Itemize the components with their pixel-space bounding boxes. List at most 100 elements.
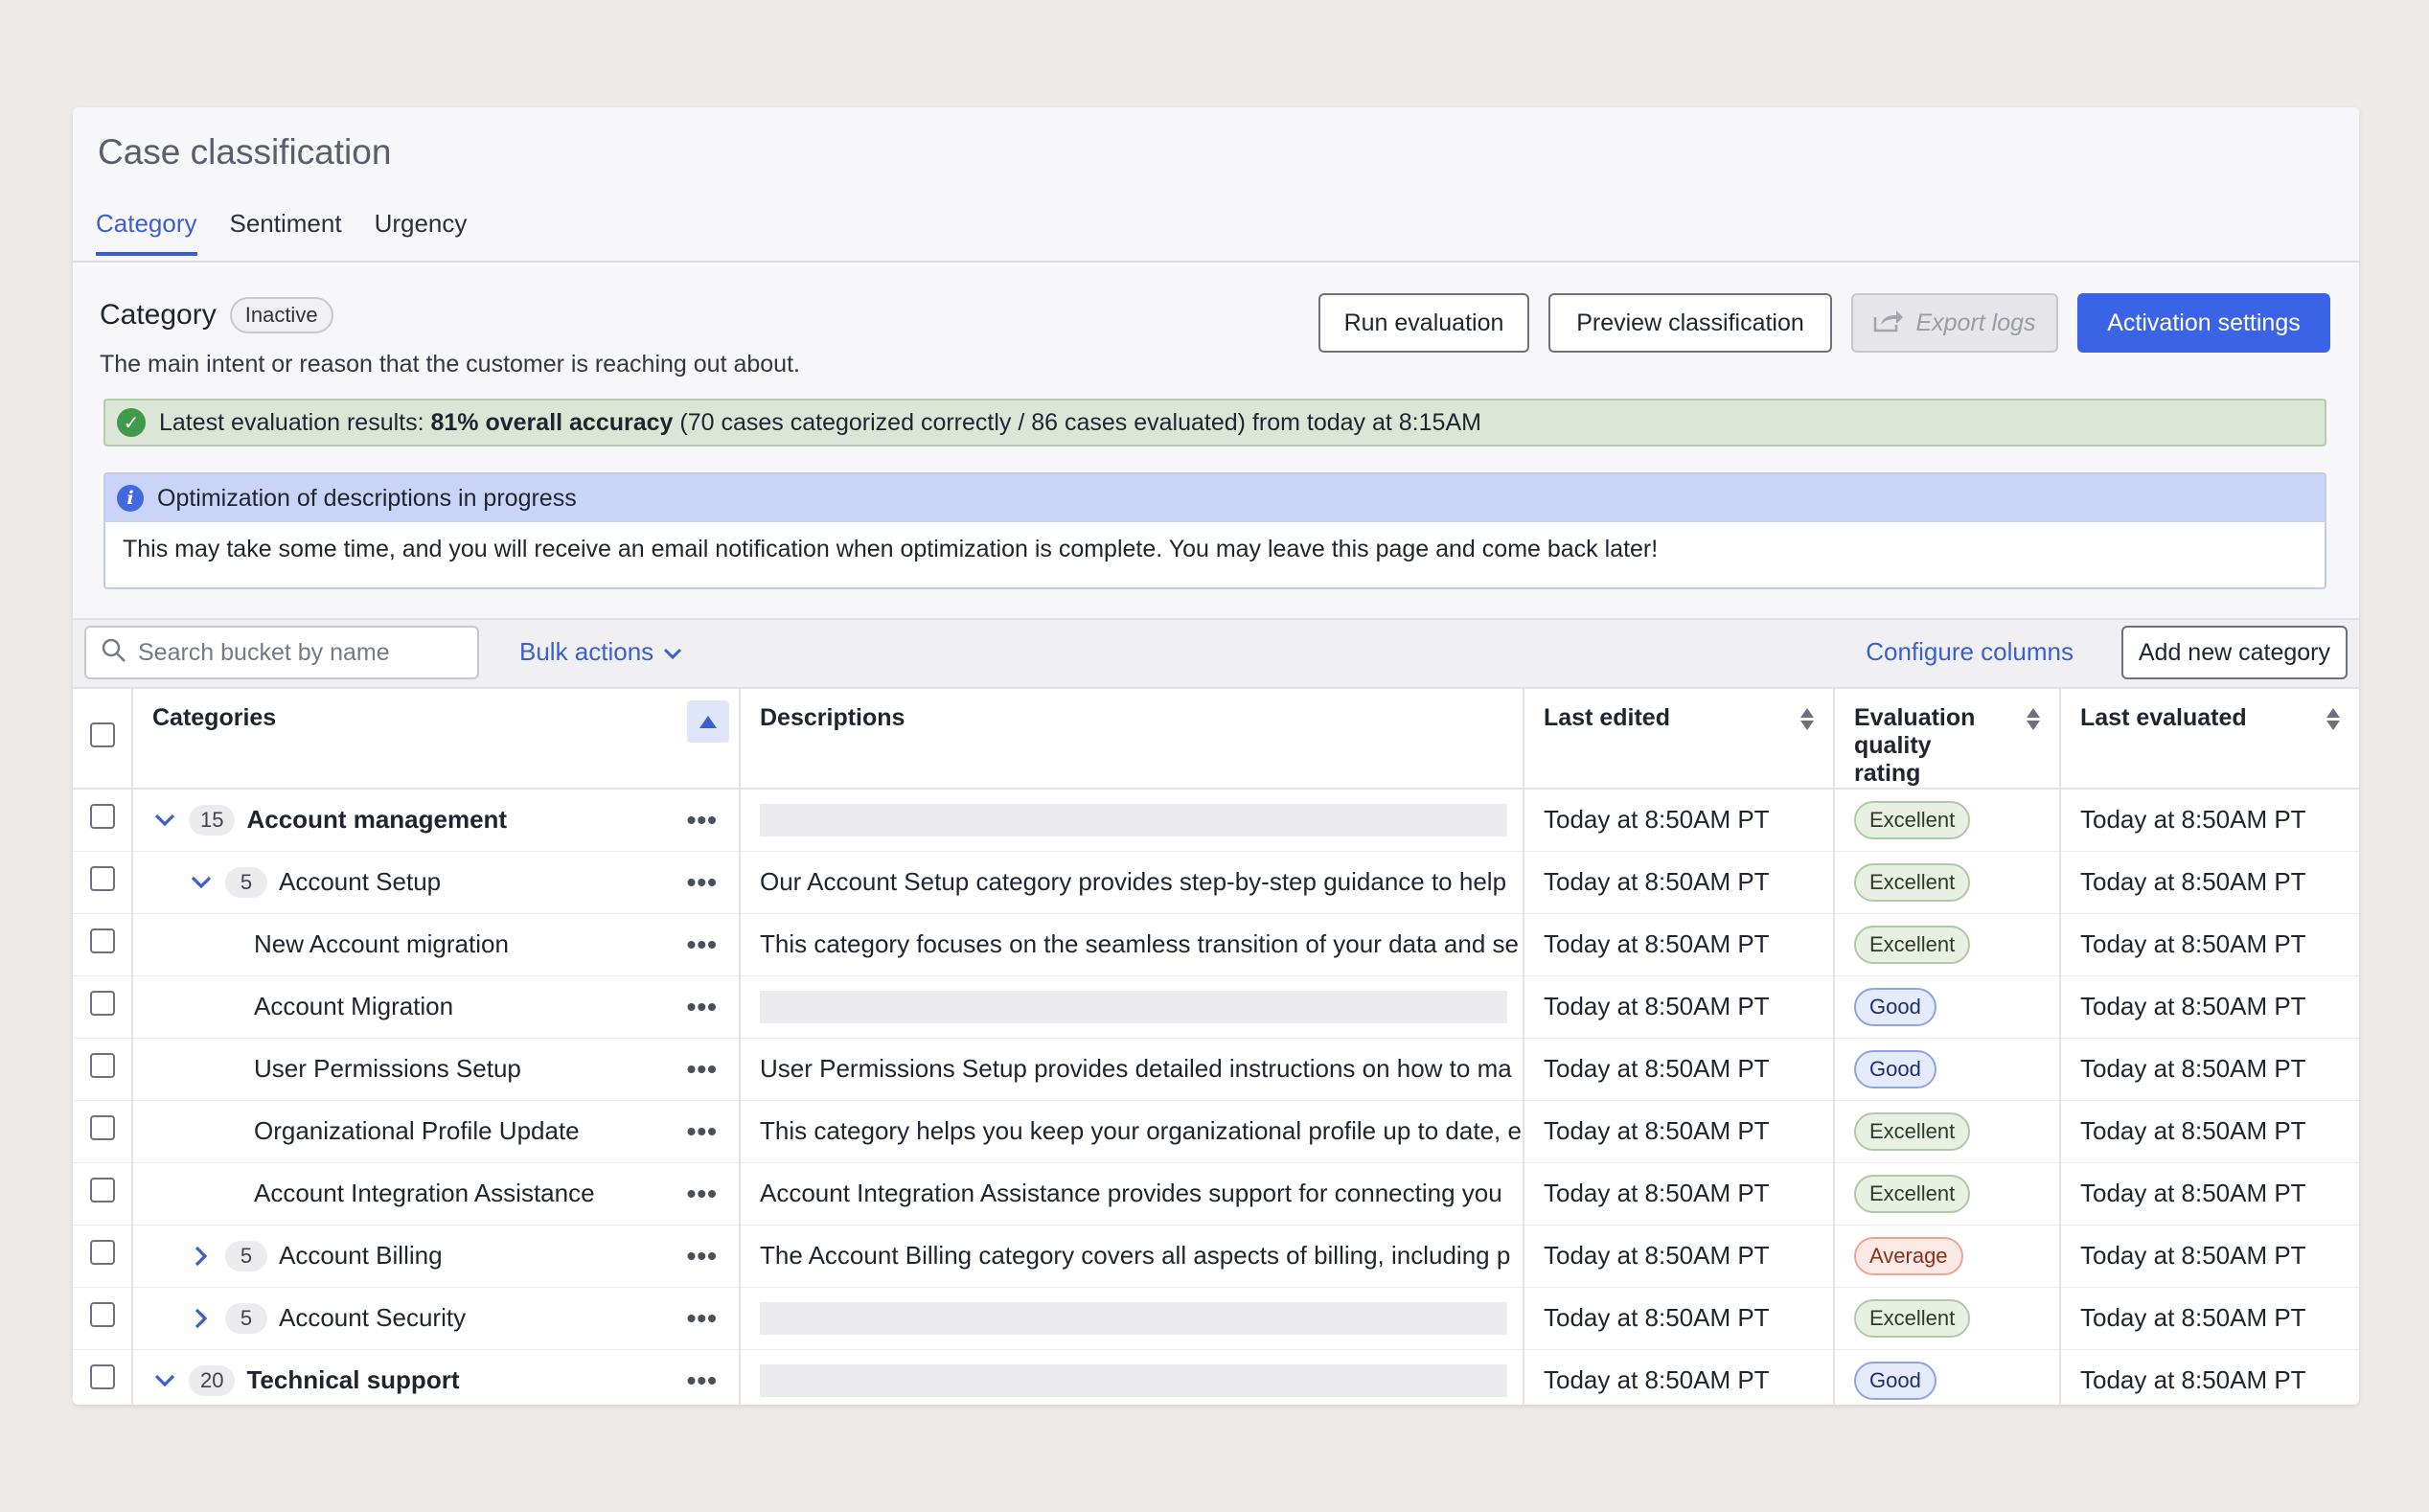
more-options-icon[interactable]: ••• [687,992,718,1022]
more-options-icon[interactable]: ••• [687,1303,718,1334]
chevron-down-icon [663,637,682,667]
row-checkbox[interactable] [89,1364,115,1389]
sort-icon[interactable] [2326,708,2340,730]
table-row[interactable]: Account Migration ••• Today at 8:50AM PT… [73,975,2359,1039]
row-checkbox[interactable] [89,1178,115,1203]
table-row[interactable]: Account Integration Assistance ••• Accou… [73,1162,2359,1226]
add-new-category-button[interactable]: Add new category [2120,626,2348,679]
table-row[interactable]: 5 Account Security ••• Today at 8:50AM P… [73,1287,2359,1350]
rating-badge: Good [1854,987,1936,1026]
category-name[interactable]: Account Security [279,1303,466,1333]
category-name[interactable]: Organizational Profile Update [254,1116,580,1146]
chevron-down-icon[interactable] [152,808,177,833]
export-logs-button[interactable]: Export logs [1851,293,2058,353]
preview-classification-button[interactable]: Preview classification [1548,293,1832,353]
row-checkbox-cell [73,913,133,976]
sort-icon[interactable] [2027,708,2040,730]
row-checkbox-cell [73,1287,133,1350]
tab-category[interactable]: Category [96,209,197,256]
header-evaluation-quality-rating[interactable]: Evaluation quality rating [1834,689,2061,790]
table-row[interactable]: 15 Account management ••• Today at 8:50A… [73,789,2359,852]
category-name[interactable]: Account Setup [279,867,441,897]
search-icon [102,638,126,668]
last-evaluated-cell: Today at 8:50AM PT [2060,1038,2359,1101]
row-checkbox[interactable] [89,1240,115,1265]
export-logs-label: Export logs [1915,309,2036,336]
more-options-icon[interactable]: ••• [687,1116,718,1147]
export-icon [1873,308,1904,339]
category-cell: 20 Technical support ••• [132,1349,741,1405]
chevron-down-icon[interactable] [152,1368,177,1393]
table-row[interactable]: 5 Account Setup ••• Our Account Setup ca… [73,851,2359,914]
table-row[interactable]: 5 Account Billing ••• The Account Billin… [73,1225,2359,1288]
category-name[interactable]: Account Integration Assistance [254,1179,595,1208]
bulk-actions-dropdown[interactable]: Bulk actions [519,637,682,667]
tab-sentiment[interactable]: Sentiment [230,209,342,256]
category-name[interactable]: User Permissions Setup [254,1054,521,1084]
row-checkbox[interactable] [89,1053,115,1078]
header-last-edited[interactable]: Last edited [1524,689,1835,790]
more-options-icon[interactable]: ••• [687,805,718,836]
last-evaluated-cell: Today at 8:50AM PT [2060,913,2359,976]
sort-icon[interactable] [1800,708,1814,730]
header-categories[interactable]: Categories [132,689,741,790]
header-last-evaluated[interactable]: Last evaluated [2060,689,2359,790]
table-row[interactable]: User Permissions Setup ••• User Permissi… [73,1038,2359,1101]
row-checkbox[interactable] [89,804,115,830]
category-name[interactable]: New Account migration [254,929,509,959]
categories-table: Categories Descriptions Last edited Eval… [73,689,2359,1405]
category-name[interactable]: Account Billing [279,1241,443,1271]
more-options-icon[interactable]: ••• [687,1365,718,1396]
category-name[interactable]: Technical support [246,1365,459,1395]
chevron-right-icon[interactable] [189,1244,214,1269]
category-cell: Organizational Profile Update ••• [132,1100,741,1163]
description-cell [740,975,1524,1039]
row-checkbox[interactable] [89,866,115,891]
row-checkbox[interactable] [89,1115,115,1140]
run-evaluation-button[interactable]: Run evaluation [1318,293,1529,353]
description-cell: This category focuses on the seamless tr… [740,913,1524,976]
table-row[interactable]: New Account migration ••• This category … [73,913,2359,976]
search-input[interactable] [136,637,456,668]
tab-urgency[interactable]: Urgency [375,209,468,256]
last-edited-cell: Today at 8:50AM PT [1524,1162,1835,1226]
row-checkbox[interactable] [89,1302,115,1327]
category-section: Category Inactive The main intent or rea… [73,263,2359,618]
description-text: Our Account Setup category provides step… [760,867,1507,896]
check-circle-icon: ✓ [117,408,146,437]
category-name[interactable]: Account management [246,805,507,835]
activation-settings-button[interactable]: Activation settings [2077,293,2330,353]
row-checkbox-cell [73,1162,133,1226]
table-header-row: Categories Descriptions Last edited Eval… [73,689,2359,790]
chevron-down-icon[interactable] [189,870,214,895]
more-options-icon[interactable]: ••• [687,1179,718,1209]
rating-cell: Excellent [1834,851,2061,914]
row-checkbox[interactable] [89,991,115,1016]
optimization-info-alert: i Optimization of descriptions in progre… [103,472,2326,589]
more-options-icon[interactable]: ••• [687,929,718,960]
configure-columns-link[interactable]: Configure columns [1866,637,2074,667]
rating-cell: Good [1834,1038,2061,1101]
description-cell: Account Integration Assistance provides … [740,1162,1524,1226]
last-evaluated-cell: Today at 8:50AM PT [2060,975,2359,1039]
rating-badge: Excellent [1854,1174,1971,1213]
chevron-right-icon[interactable] [189,1306,214,1331]
rating-cell: Excellent [1834,1162,2061,1226]
sort-ascending-icon[interactable] [687,700,729,743]
table-row[interactable]: Organizational Profile Update ••• This c… [73,1100,2359,1163]
more-options-icon[interactable]: ••• [687,867,718,898]
row-checkbox-cell [73,1225,133,1288]
header-last-evaluated-label: Last evaluated [2080,704,2247,731]
last-edited-cell: Today at 8:50AM PT [1524,851,1835,914]
category-name[interactable]: Account Migration [254,992,453,1021]
row-checkbox-cell [73,851,133,914]
child-count-badge: 5 [225,866,267,898]
info-alert-header: i Optimization of descriptions in progre… [105,474,2325,522]
info-alert-body: This may take some time, and you will re… [123,536,1659,562]
row-checkbox[interactable] [89,928,115,953]
table-row[interactable]: 20 Technical support ••• Today at 8:50AM… [73,1349,2359,1405]
select-all-checkbox[interactable] [89,722,115,747]
last-edited-cell: Today at 8:50AM PT [1524,913,1835,976]
more-options-icon[interactable]: ••• [687,1241,718,1271]
more-options-icon[interactable]: ••• [687,1054,718,1085]
